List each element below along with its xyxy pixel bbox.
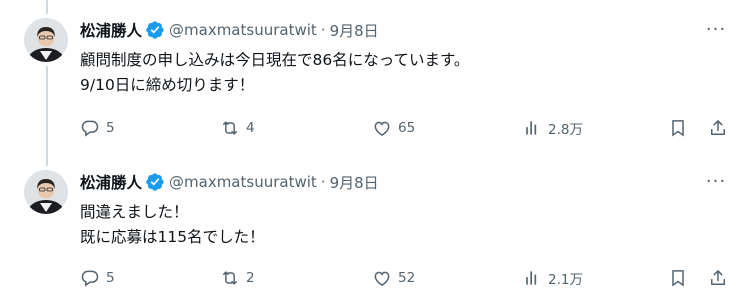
retweet-button[interactable]: 4 [220,114,255,142]
tweet-text-line: 9/10日に締め切ります！ [80,76,255,94]
tweet-date[interactable]: 9月8日 [330,20,379,41]
views-count: 2.8万 [548,122,583,138]
more-icon[interactable]: ··· [705,19,727,40]
like-count: 65 [398,120,416,136]
tweet-text: 間違えました！ 既に応募は115名でした！ [80,200,265,250]
bookmark-icon [672,120,684,137]
reply-icon [81,270,99,287]
retweet-count: 4 [246,120,255,136]
bookmark-button[interactable] [668,114,688,142]
retweet-button[interactable]: 2 [220,264,255,292]
tweet-2[interactable]: 松浦勝人 @maxmatsuuratwit · 9月8日 ··· 間違えました！… [0,152,745,305]
action-bar: 5 4 65 2.8万 [76,114,731,142]
views-icon [526,271,537,285]
avatar[interactable] [24,18,68,62]
tweet-date[interactable]: 9月8日 [330,172,379,193]
views-icon [526,121,537,135]
share-button[interactable] [708,114,728,142]
like-icon [374,121,390,136]
reply-count: 5 [106,120,115,136]
reply-count: 5 [106,270,115,286]
avatar[interactable] [24,170,68,214]
author-name[interactable]: 松浦勝人 [80,19,142,41]
tweet-text-line: 既に応募は115名でした！ [80,228,265,246]
reply-button[interactable]: 5 [80,264,115,292]
tweet-header: 松浦勝人 @maxmatsuuratwit · 9月8日 [80,171,379,193]
tweet-1[interactable]: 松浦勝人 @maxmatsuuratwit · 9月8日 ··· 顧問制度の申し… [0,0,745,152]
separator-dot: · [320,173,326,191]
like-icon [374,271,390,286]
bookmark-button[interactable] [668,264,688,292]
thread-connector [46,66,48,166]
retweet-count: 2 [246,270,255,286]
action-bar: 5 2 52 2.1万 [76,264,731,292]
share-icon [711,120,725,135]
share-button[interactable] [708,264,728,292]
author-handle[interactable]: @maxmatsuuratwit [169,173,317,191]
views-button[interactable]: 2.1万 [522,264,583,292]
like-button[interactable]: 65 [372,114,415,142]
author-name[interactable]: 松浦勝人 [80,171,142,193]
like-count: 52 [398,270,416,286]
share-icon [711,270,725,285]
reply-button[interactable]: 5 [80,114,115,142]
retweet-icon [223,121,237,135]
bookmark-icon [672,270,684,287]
reply-icon [81,120,99,137]
tweet-header: 松浦勝人 @maxmatsuuratwit · 9月8日 [80,19,379,41]
more-icon[interactable]: ··· [705,171,727,192]
views-count: 2.1万 [548,272,583,288]
views-button[interactable]: 2.8万 [522,114,583,142]
tweet-text-line: 顧問制度の申し込みは今日現在で86名になっています。 [80,51,470,69]
verified-badge-icon [145,172,165,192]
tweet-text-line: 間違えました！ [80,203,189,221]
retweet-icon [223,271,237,285]
tweet-text: 顧問制度の申し込みは今日現在で86名になっています。 9/10日に締め切ります！ [80,48,469,98]
verified-badge-icon [145,20,165,40]
separator-dot: · [320,21,326,39]
like-button[interactable]: 52 [372,264,415,292]
author-handle[interactable]: @maxmatsuuratwit [169,21,317,39]
